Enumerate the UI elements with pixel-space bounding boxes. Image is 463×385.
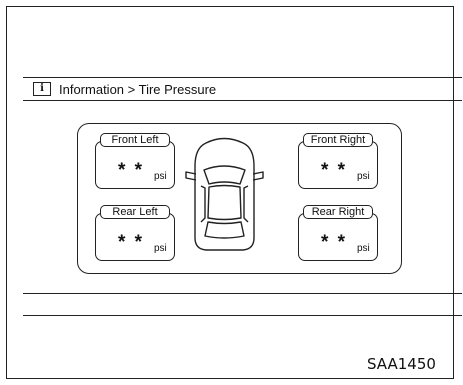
tire-front-right: Front Right * * psi	[298, 133, 378, 189]
tire-rear-right-unit: psi	[357, 243, 370, 254]
tire-rear-right-value: * *	[321, 232, 348, 253]
tire-front-left-label: Front Left	[100, 133, 170, 147]
tire-front-left: Front Left * * psi	[95, 133, 175, 189]
tire-front-right-unit: psi	[357, 171, 370, 182]
tire-front-right-label: Front Right	[303, 133, 373, 147]
tire-rear-right: Rear Right * * psi	[298, 205, 378, 261]
tire-front-right-value-box: * * psi	[298, 141, 378, 189]
tire-rear-left-label: Rear Left	[100, 205, 170, 219]
figure-caption: SAA1450	[367, 355, 436, 373]
info-icon: i	[33, 82, 51, 96]
tire-rear-left-value: * *	[118, 232, 145, 253]
tire-front-left-unit: psi	[154, 171, 167, 182]
tire-rear-right-label: Rear Right	[303, 205, 373, 219]
car-top-view-icon	[185, 137, 264, 251]
breadcrumb-title: Information > Tire Pressure	[59, 81, 217, 97]
tire-front-right-value: * *	[321, 160, 348, 181]
screen-header: i Information > Tire Pressure	[23, 78, 462, 101]
tire-rear-right-value-box: * * psi	[298, 213, 378, 261]
screen-footer-bar	[23, 293, 462, 315]
tire-rear-left: Rear Left * * psi	[95, 205, 175, 261]
tire-rear-left-value-box: * * psi	[95, 213, 175, 261]
tire-front-left-value-box: * * psi	[95, 141, 175, 189]
tire-front-left-value: * *	[118, 160, 145, 181]
tire-rear-left-unit: psi	[154, 243, 167, 254]
